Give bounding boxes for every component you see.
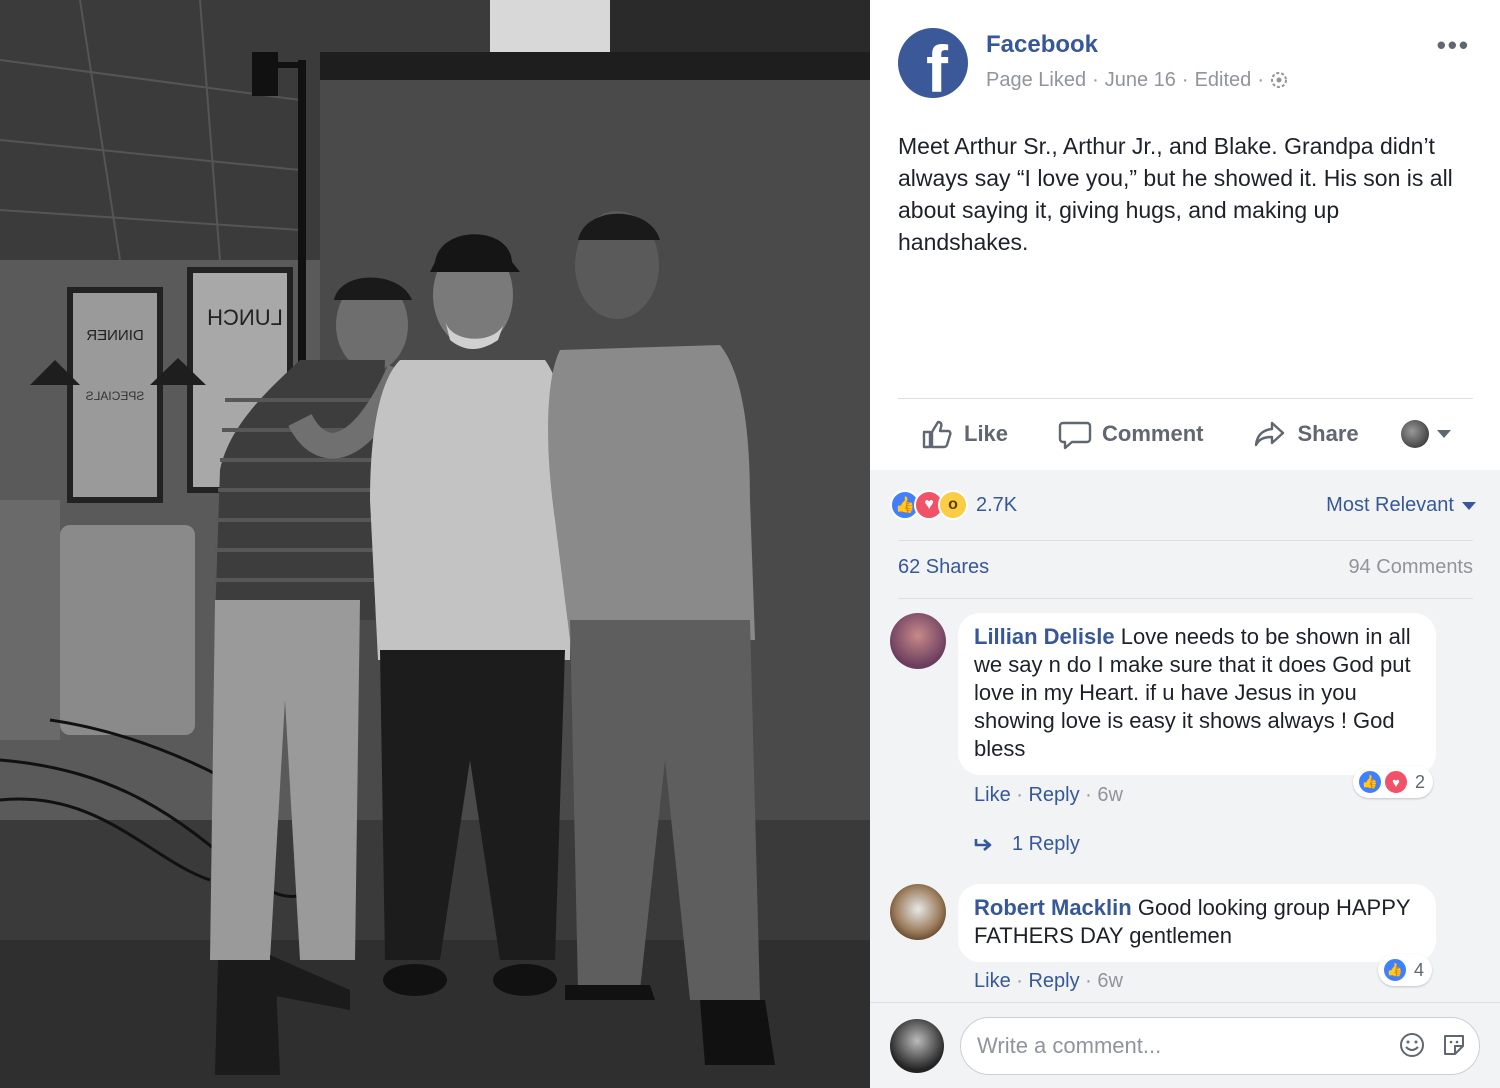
page-name-link[interactable]: Facebook	[986, 31, 1288, 59]
like-reaction-icon: 👍	[1382, 957, 1408, 983]
shares-link[interactable]: 62 Shares	[898, 556, 989, 579]
logo-letter: f	[926, 32, 948, 106]
globe-icon[interactable]	[1270, 71, 1288, 89]
like-reaction-icon: 👍	[1357, 769, 1383, 795]
comment-author-link[interactable]: Robert Macklin	[974, 895, 1132, 920]
comment-like-link[interactable]: Like	[974, 970, 1011, 992]
like-button[interactable]: Like	[920, 417, 1008, 451]
replies-label: 1 Reply	[1012, 833, 1080, 855]
comment-reply-link[interactable]: Reply	[1028, 784, 1079, 806]
comment-meta: Like · Reply · 6w	[974, 970, 1123, 992]
sort-comments-dropdown[interactable]: Most Relevant	[1326, 494, 1476, 517]
post-photo[interactable]: LUNCH DINNER SPECIALS	[0, 0, 870, 1088]
comment-bubble: Lillian Delisle Love needs to be shown i…	[958, 613, 1436, 775]
avatar[interactable]	[890, 884, 946, 940]
page-liked-status: Page Liked	[986, 68, 1087, 91]
comment-reactions[interactable]: 👍 ♥ 2	[1353, 766, 1434, 798]
meta-separator: ·	[1092, 68, 1099, 91]
wow-reaction-icon: o	[938, 490, 968, 520]
post-as-selector[interactable]	[1400, 420, 1451, 448]
love-reaction-icon: ♥	[1383, 769, 1409, 795]
sort-label: Most Relevant	[1326, 494, 1454, 516]
dinner-sign: DINNER	[86, 327, 144, 344]
comment-age[interactable]: 6w	[1097, 970, 1123, 992]
comment: Robert Macklin Good looking group HAPPY …	[890, 884, 1480, 1004]
comment-reaction-count: 4	[1414, 959, 1425, 980]
specials-sign: SPECIALS	[86, 389, 145, 403]
edited-link[interactable]: Edited	[1195, 69, 1252, 92]
comment-age[interactable]: 6w	[1097, 784, 1123, 806]
comment-composer: Write a comment...	[870, 1002, 1500, 1088]
comment-label: Comment	[1102, 421, 1204, 446]
reactions-summary[interactable]: 👍 ♥ o 2.7K	[890, 490, 1017, 520]
comments-section: 👍 ♥ o 2.7K Most Relevant 62 Shares 94 Co…	[870, 470, 1500, 1088]
comments-count[interactable]: 94 Comments	[1349, 556, 1474, 579]
share-arrow-icon	[1255, 421, 1285, 447]
lunch-sign: LUNCH	[207, 305, 283, 330]
divider	[898, 540, 1473, 541]
facebook-logo-icon[interactable]: f	[898, 28, 968, 104]
comment-bubble: Robert Macklin Good looking group HAPPY …	[958, 884, 1436, 962]
more-options-button[interactable]: •••	[1437, 30, 1470, 61]
divider	[898, 398, 1473, 399]
comment-author-link[interactable]: Lillian Delisle	[974, 624, 1115, 649]
action-bar: Like Comment Share	[898, 412, 1473, 456]
comment-reaction-count: 2	[1415, 771, 1426, 792]
avatar	[890, 1019, 944, 1073]
post-panel: f Facebook Page Liked · June 16 · Edited…	[870, 0, 1500, 1088]
thumbs-up-icon	[922, 420, 952, 449]
post-counts: 62 Shares 94 Comments	[898, 556, 1473, 579]
chevron-down-icon	[1462, 501, 1476, 510]
post-text: Meet Arthur Sr., Arthur Jr., and Blake. …	[898, 133, 1453, 255]
avatar	[1400, 420, 1429, 448]
meta-separator: ·	[1257, 68, 1264, 91]
emoji-icon[interactable]	[1398, 1031, 1426, 1059]
comment-bubble-icon	[1058, 421, 1092, 450]
chevron-down-icon	[1436, 430, 1451, 438]
photo-illustration: LUNCH DINNER SPECIALS	[0, 0, 870, 1088]
reply-arrow-icon	[974, 838, 992, 851]
like-label: Like	[964, 421, 1009, 446]
comment-reactions[interactable]: 👍 4	[1378, 954, 1433, 986]
comment: Lillian Delisle Love needs to be shown i…	[890, 613, 1480, 813]
view-replies-link[interactable]: 1 Reply	[974, 833, 1080, 856]
share-button[interactable]: Share	[1253, 417, 1359, 451]
post-meta: Page Liked · June 16 · Edited ·	[986, 69, 1288, 92]
post-header: f Facebook Page Liked · June 16 · Edited…	[898, 28, 1288, 104]
divider	[898, 598, 1473, 599]
comment-reply-link[interactable]: Reply	[1028, 970, 1079, 992]
comment-meta: Like · Reply · 6w	[974, 784, 1123, 806]
post-date-link[interactable]: June 16	[1105, 69, 1176, 92]
share-label: Share	[1297, 421, 1359, 446]
comment-button[interactable]: Comment	[1058, 417, 1203, 451]
avatar[interactable]	[890, 613, 946, 669]
sticker-icon[interactable]	[1440, 1031, 1468, 1059]
comment-like-link[interactable]: Like	[974, 784, 1011, 806]
reaction-count: 2.7K	[976, 493, 1018, 516]
meta-separator: ·	[1181, 68, 1189, 91]
